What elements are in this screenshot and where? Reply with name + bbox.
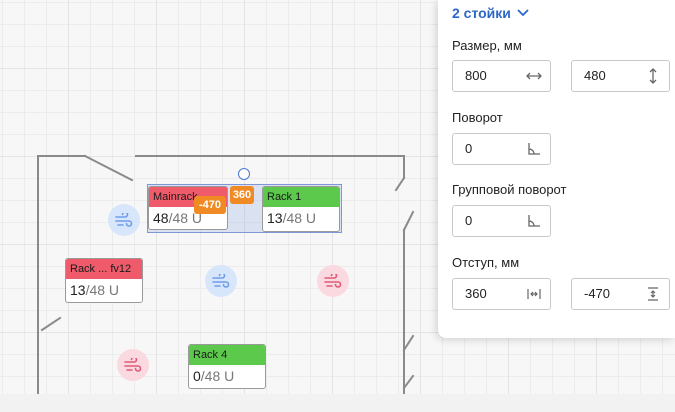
rack-card-rack-1[interactable]: Rack 1 13/48 U [262,186,340,232]
selection-dropdown[interactable]: 2 стойки [452,5,529,21]
cooling-unit-icon[interactable] [205,265,237,297]
rack-capacity: 0/48 U [189,365,265,387]
heating-unit-icon[interactable] [117,349,149,381]
rotation-input[interactable]: 0 [452,133,551,165]
rack-capacity: 13/48 U [66,279,142,301]
offset-x-input[interactable]: 360 [452,278,551,310]
depth-arrows-icon [649,68,657,84]
angle-icon [528,215,540,227]
rack-card-fv12[interactable]: Rack ... fv12 13/48 U [65,258,143,303]
width-input[interactable]: 800 [452,60,551,92]
horizontal-spacing-icon [527,289,541,299]
offset-badge-horizontal: 360 [230,186,254,204]
rack-name: Rack ... fv12 [66,259,142,279]
size-label: Размер, мм [452,38,522,53]
group-rotation-label: Групповой поворот [452,182,567,197]
offset-y-value: -470 [584,286,611,301]
rack-total-units: /48 U [200,368,235,384]
rotate-handle[interactable] [238,168,250,180]
width-arrows-icon [526,72,542,80]
rack-name: Rack 1 [263,187,339,207]
group-rotation-value: 0 [465,213,473,228]
width-value: 800 [465,68,487,83]
properties-panel: 2 стойки Размер, мм 800 480 Поворот 0 Гр… [438,0,675,338]
chevron-down-icon [517,9,529,17]
heating-unit-icon[interactable] [317,265,349,297]
vertical-spacing-icon [648,287,658,301]
rack-total-units: /48 U [282,210,317,226]
rack-capacity: 13/48 U [263,207,339,229]
depth-value: 480 [584,68,606,83]
offset-y-input[interactable]: -470 [571,278,670,310]
offset-badge-vertical: -470 [194,196,226,214]
rack-used-units: 13 [70,282,86,298]
rack-used-units: 48 [153,210,169,226]
cooling-unit-icon[interactable] [108,204,140,236]
offset-label: Отступ, мм [452,255,520,270]
rack-name: Rack 4 [189,345,265,365]
angle-icon [528,143,540,155]
rotation-value: 0 [465,141,473,156]
rack-used-units: 13 [267,210,283,226]
rack-card-rack-4[interactable]: Rack 4 0/48 U [188,344,266,389]
offset-x-value: 360 [465,286,487,301]
rack-total-units: /48 U [85,282,120,298]
depth-input[interactable]: 480 [571,60,670,92]
rotation-label: Поворот [452,110,503,125]
rack-used-units: 0 [193,368,201,384]
group-rotation-input[interactable]: 0 [452,205,551,237]
bottom-strip [0,394,675,412]
selection-title: 2 стойки [452,5,511,21]
